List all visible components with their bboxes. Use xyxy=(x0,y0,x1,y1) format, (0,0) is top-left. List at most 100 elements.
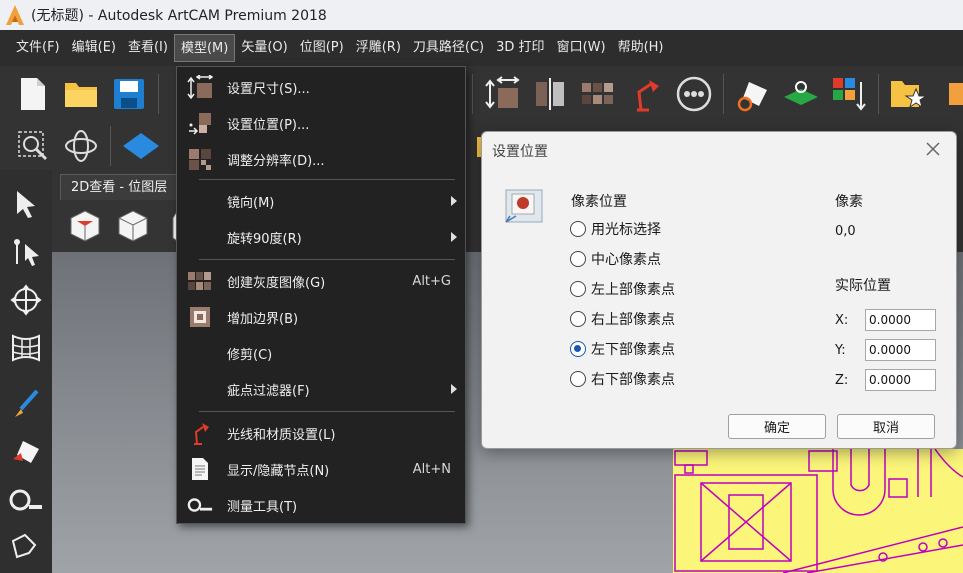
menu-edit[interactable]: 编辑(E) xyxy=(66,34,122,62)
tab-2d-view[interactable]: 2D查看 - 位图层 xyxy=(60,174,179,200)
3d-cube-red-icon[interactable] xyxy=(64,205,106,247)
menu-item-label: 增加边界(B) xyxy=(227,311,299,327)
actual-position-header: 实际位置 xyxy=(835,278,891,294)
pixel-value: 0,0 xyxy=(835,224,856,239)
select-arrow-icon[interactable] xyxy=(4,184,48,224)
submenu-arrow-icon xyxy=(451,232,457,242)
menu-item-label: 镜向(M) xyxy=(227,195,275,211)
menu-item-defect-filter[interactable]: 疵点过滤器(F) xyxy=(177,371,465,407)
menu-vector[interactable]: 矢量(O) xyxy=(235,34,293,62)
bitmap-drawing[interactable] xyxy=(673,449,963,573)
menu-item-label: 疵点过滤器(F) xyxy=(227,383,310,399)
polygon-select-icon[interactable] xyxy=(4,528,48,568)
mesh-warp-icon[interactable] xyxy=(4,328,48,368)
layer-icon[interactable] xyxy=(780,73,822,115)
orbit-icon[interactable] xyxy=(60,125,102,167)
menu-item-measure-tool[interactable]: 测量工具(T) xyxy=(177,487,465,523)
transform-icon[interactable] xyxy=(4,280,48,320)
menu-file[interactable]: 文件(F) xyxy=(10,34,66,62)
radio-label: 右上部像素点 xyxy=(591,312,675,328)
lamp-icon[interactable] xyxy=(625,73,667,115)
lamp-icon xyxy=(187,421,213,445)
menu-3d-print[interactable]: 3D 打印 xyxy=(490,34,550,62)
zoom-box-icon[interactable] xyxy=(12,125,54,167)
grayscale-icon[interactable] xyxy=(577,73,619,115)
menu-view[interactable]: 查看(I) xyxy=(122,34,174,62)
menu-item-create-grayscale[interactable]: 创建灰度图像(G) Alt+G xyxy=(177,263,465,299)
toolbar-separator xyxy=(472,74,473,114)
y-input[interactable] xyxy=(865,339,936,361)
set-position-dialog: 设置位置 像素位置 像素 0,0 实际位置 用光标选择 中心像素点 左上部像素点… xyxy=(481,131,957,449)
radio-button-selected[interactable] xyxy=(570,341,586,357)
eraser-tool-icon[interactable] xyxy=(4,432,48,472)
radio-button[interactable] xyxy=(570,221,586,237)
menu-item-shortcut: Alt+G xyxy=(412,273,451,289)
menu-toolpaths[interactable]: 刀具路径(C) xyxy=(407,34,490,62)
menu-item-trim[interactable]: 修剪(C) xyxy=(177,335,465,371)
menu-help[interactable]: 帮助(H) xyxy=(612,34,670,62)
radio-top-left-pixel[interactable]: 左上部像素点 xyxy=(570,278,675,300)
radio-cursor-select[interactable]: 用光标选择 xyxy=(570,218,661,240)
set-position-icon xyxy=(502,188,546,226)
eraser-icon[interactable] xyxy=(732,73,774,115)
resolution-icon xyxy=(187,147,213,171)
dialog-title: 设置位置 xyxy=(492,144,548,160)
menu-item-adjust-resolution[interactable]: 调整分辨率(D)... xyxy=(177,141,465,177)
tape-measure-icon xyxy=(187,493,213,517)
radio-top-right-pixel[interactable]: 右上部像素点 xyxy=(570,308,675,330)
menu-item-show-hide-nodes[interactable]: 显示/隐藏节点(N) Alt+N xyxy=(177,451,465,487)
radio-button[interactable] xyxy=(570,311,586,327)
submenu-arrow-icon xyxy=(451,196,457,206)
3d-cube-icon[interactable] xyxy=(112,205,154,247)
menu-separator xyxy=(199,179,455,180)
radio-button[interactable] xyxy=(570,251,586,267)
tape-measure-icon[interactable] xyxy=(4,480,48,520)
menu-item-mirror[interactable]: 镜向(M) xyxy=(177,183,465,219)
close-icon[interactable] xyxy=(922,138,944,160)
menu-item-set-size[interactable]: 设置尺寸(S)... xyxy=(177,69,465,105)
more-tools-icon[interactable] xyxy=(935,73,963,115)
menu-separator xyxy=(199,411,455,412)
menu-item-label: 调整分辨率(D)... xyxy=(227,153,325,169)
window-title: (无标题) - Autodesk ArtCAM Premium 2018 xyxy=(31,8,327,24)
pixel-header: 像素 xyxy=(835,194,863,210)
open-folder-icon[interactable] xyxy=(60,73,102,115)
mirror-icon[interactable] xyxy=(529,73,571,115)
grayscale-icon xyxy=(187,269,213,293)
radio-bottom-left-pixel[interactable]: 左下部像素点 xyxy=(570,338,675,360)
x-input[interactable] xyxy=(865,309,936,331)
menu-item-set-position[interactable]: 设置位置(P)... xyxy=(177,105,465,141)
radio-label: 用光标选择 xyxy=(591,222,661,238)
radio-label: 右下部像素点 xyxy=(591,372,675,388)
radio-bottom-right-pixel[interactable]: 右下部像素点 xyxy=(570,368,675,390)
menu-item-lighting-material[interactable]: 光线和材质设置(L) xyxy=(177,415,465,451)
radio-button[interactable] xyxy=(570,281,586,297)
menu-separator xyxy=(199,259,455,260)
menu-item-label: 光线和材质设置(L) xyxy=(227,427,336,443)
favorites-folder-icon[interactable] xyxy=(887,73,929,115)
set-position-icon xyxy=(187,111,213,135)
sort-colors-icon[interactable] xyxy=(828,73,870,115)
menu-model[interactable]: 模型(M) xyxy=(173,34,236,62)
ok-button[interactable]: 确定 xyxy=(728,414,826,439)
z-label: Z: xyxy=(835,373,849,388)
node-select-icon[interactable] xyxy=(4,232,48,272)
menu-relief[interactable]: 浮雕(R) xyxy=(350,34,407,62)
new-file-icon[interactable] xyxy=(12,73,54,115)
menu-item-add-border[interactable]: 增加边界(B) xyxy=(177,299,465,335)
node-editing-icon[interactable] xyxy=(673,73,715,115)
menu-item-rotate-90[interactable]: 旋转90度(R) xyxy=(177,219,465,255)
paint-brush-icon[interactable] xyxy=(4,384,48,424)
menu-item-label: 设置尺寸(S)... xyxy=(227,81,310,97)
menu-window[interactable]: 窗口(W) xyxy=(551,34,612,62)
radio-button[interactable] xyxy=(570,371,586,387)
menu-item-label: 修剪(C) xyxy=(227,347,273,363)
menu-bitmap[interactable]: 位图(P) xyxy=(294,34,350,62)
menu-item-label: 旋转90度(R) xyxy=(227,231,302,247)
z-input[interactable] xyxy=(865,369,936,391)
save-icon[interactable] xyxy=(108,73,150,115)
cancel-button[interactable]: 取消 xyxy=(837,414,935,439)
plane-view-icon[interactable] xyxy=(120,125,162,167)
set-size-icon[interactable] xyxy=(481,73,523,115)
radio-center-pixel[interactable]: 中心像素点 xyxy=(570,248,661,270)
